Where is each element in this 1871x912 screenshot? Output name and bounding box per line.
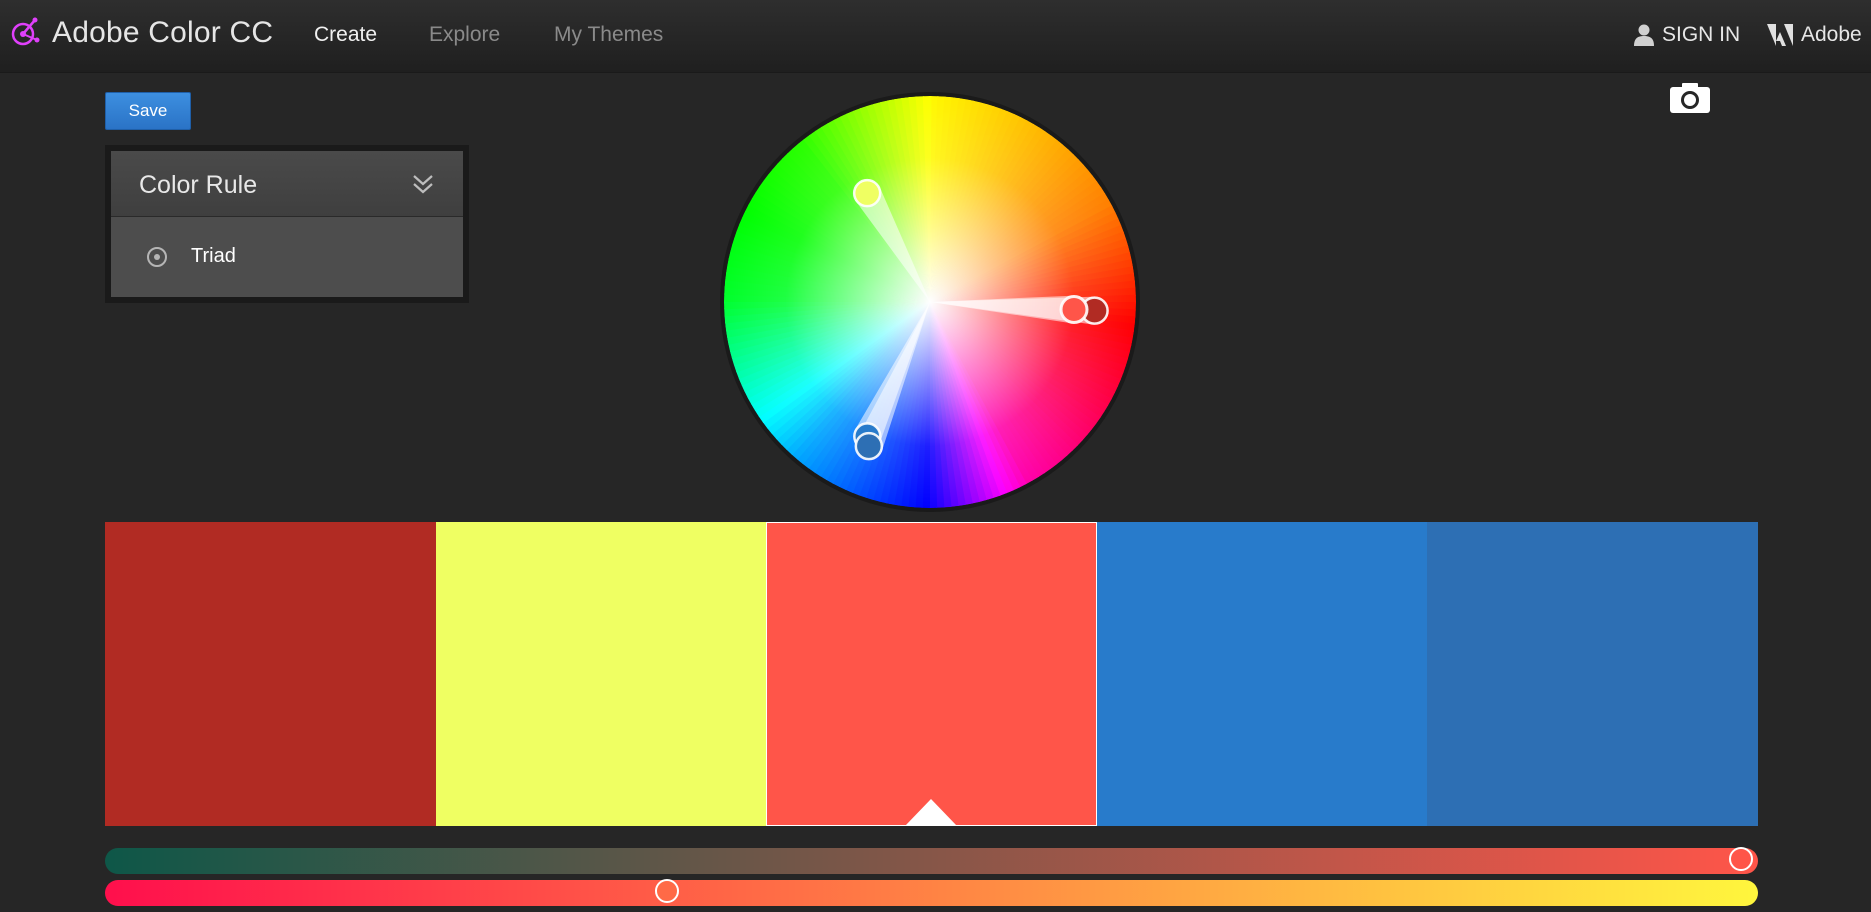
radio-icon[interactable] bbox=[147, 247, 167, 267]
nav-explore[interactable]: Explore bbox=[429, 23, 500, 47]
top-nav-bar: Adobe Color CC Create Explore My Themes … bbox=[0, 0, 1871, 73]
nav-my-themes[interactable]: My Themes bbox=[554, 23, 663, 47]
nav-create[interactable]: Create bbox=[314, 23, 377, 47]
color-rule-title: Color Rule bbox=[139, 171, 258, 199]
swatch-1[interactable] bbox=[105, 522, 436, 826]
user-icon bbox=[1634, 24, 1654, 46]
wheel-handle[interactable] bbox=[852, 178, 882, 208]
color-wheel-graphic[interactable] bbox=[720, 92, 1140, 512]
color-rule-panel: Color Rule Triad bbox=[105, 145, 469, 303]
camera-icon[interactable] bbox=[1670, 82, 1710, 114]
app-title[interactable]: Adobe Color CC bbox=[52, 16, 273, 50]
slider-2[interactable] bbox=[105, 879, 1758, 906]
color-wheel[interactable] bbox=[720, 92, 1140, 512]
slider-1-thumb[interactable] bbox=[1729, 847, 1754, 871]
swatch-3[interactable] bbox=[766, 522, 1097, 826]
sign-in-label: SIGN IN bbox=[1662, 23, 1741, 46]
swatch-2[interactable] bbox=[435, 522, 767, 826]
save-button[interactable]: Save bbox=[105, 92, 191, 130]
slider-2-thumb[interactable] bbox=[655, 879, 680, 903]
color-rule-option-label: Triad bbox=[191, 245, 236, 267]
adobe-color-logo-icon[interactable] bbox=[8, 16, 42, 50]
double-chevron-down-icon[interactable] bbox=[411, 173, 435, 195]
adobe-logo-icon bbox=[1767, 24, 1793, 46]
color-rule-dropdown[interactable]: Color Rule bbox=[111, 151, 463, 217]
slider-1[interactable] bbox=[105, 847, 1758, 874]
wheel-handle-base[interactable] bbox=[1059, 295, 1089, 325]
swatch-4[interactable] bbox=[1096, 522, 1428, 826]
swatch-row bbox=[105, 522, 1758, 826]
adobe-label: Adobe bbox=[1801, 23, 1862, 46]
adobe-link[interactable]: Adobe bbox=[1767, 22, 1862, 48]
swatch-5[interactable] bbox=[1427, 522, 1758, 826]
sign-in-link[interactable]: SIGN IN bbox=[1634, 22, 1740, 48]
selected-swatch-pointer bbox=[905, 799, 958, 826]
wheel-handle[interactable] bbox=[854, 431, 884, 461]
color-rule-option-triad[interactable]: Triad bbox=[111, 217, 463, 297]
